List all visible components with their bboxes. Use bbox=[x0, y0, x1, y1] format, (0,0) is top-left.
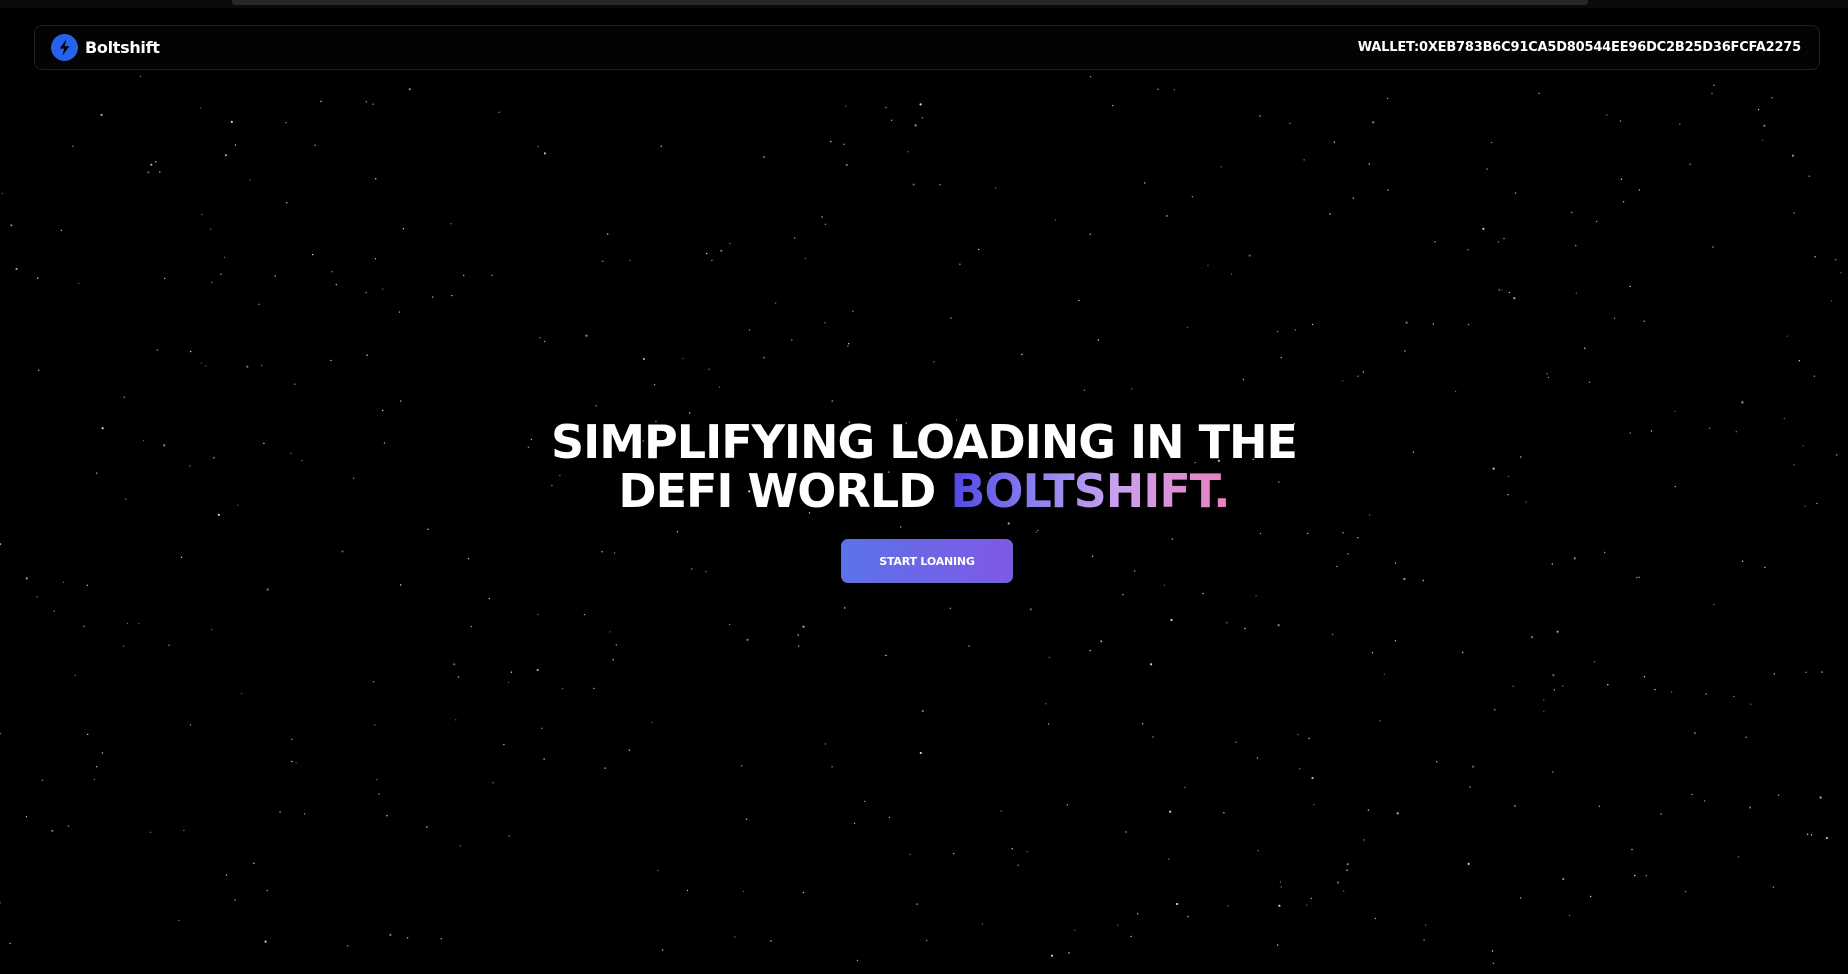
brand-name: Boltshift bbox=[85, 38, 160, 57]
bolt-icon bbox=[51, 34, 78, 61]
hero-headline: SIMPLIFYING LOADING IN THE DEFI WORLD BO… bbox=[0, 418, 1848, 516]
wallet-address-value: 0XEB783B6C91CA5D80544EE96DC2B25D36FCFA22… bbox=[1418, 40, 1801, 55]
hero-section: SIMPLIFYING LOADING IN THE DEFI WORLD BO… bbox=[0, 418, 1848, 516]
headline-line-2: DEFI WORLD bbox=[618, 464, 951, 518]
wallet-label: WALLET: bbox=[1357, 40, 1419, 55]
wallet-address[interactable]: WALLET: 0XEB783B6C91CA5D80544EE96DC2B25D3… bbox=[1358, 40, 1801, 55]
headline-line-1: SIMPLIFYING LOADING IN THE bbox=[551, 415, 1298, 469]
start-loaning-button[interactable]: START LOANING bbox=[841, 539, 1013, 583]
headline-accent-brand: BOLTSHIFT. bbox=[950, 464, 1230, 518]
app-window: Boltshift WALLET: 0XEB783B6C91CA5D80544EE… bbox=[0, 0, 1848, 974]
navbar: Boltshift WALLET: 0XEB783B6C91CA5D80544EE… bbox=[34, 25, 1820, 70]
brand-link[interactable]: Boltshift bbox=[51, 34, 160, 61]
